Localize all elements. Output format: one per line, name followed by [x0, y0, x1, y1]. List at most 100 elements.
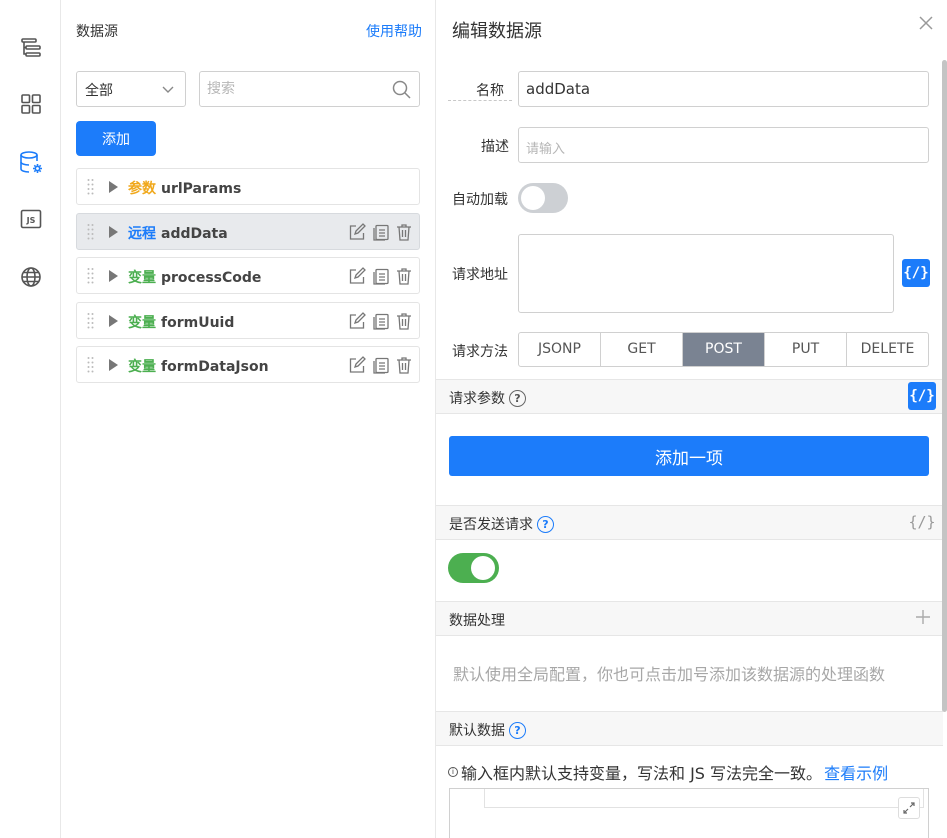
method-option-post[interactable]: POST [683, 333, 765, 366]
help-link[interactable]: 使用帮助 [366, 21, 422, 41]
datasource-item[interactable]: 远程 addData [76, 213, 420, 250]
params-variable-button[interactable]: {/} [908, 382, 936, 410]
desc-label: 描述 [481, 139, 509, 155]
view-example-link[interactable]: 查看示例 [824, 760, 888, 784]
process-section-title-wrap: 数据处理 [449, 610, 505, 630]
method-option-get[interactable]: GET [601, 333, 683, 366]
left-icon-rail: JS [0, 0, 61, 838]
name-input[interactable]: addData [518, 71, 929, 107]
datasource-item-text: 变量 formDataJson [128, 356, 269, 376]
datasource-item-type: 变量 [128, 270, 156, 286]
copy-icon[interactable] [371, 267, 390, 290]
method-segmented-control: JSONP GET POST PUT DELETE [518, 332, 929, 367]
params-section-title-wrap: 请求参数 ? [449, 388, 526, 408]
editor-header: 编辑数据源 [436, 0, 947, 62]
params-section-header: 请求参数 ? {/} [436, 379, 943, 414]
autoload-toggle[interactable] [518, 183, 568, 213]
add-datasource-button[interactable]: 添加 [76, 121, 156, 156]
close-icon[interactable] [917, 14, 935, 36]
expand-arrow-icon[interactable] [109, 226, 118, 238]
datasource-item-text: 变量 processCode [128, 267, 261, 287]
edit-icon[interactable] [347, 312, 366, 335]
method-option-delete[interactable]: DELETE [847, 333, 928, 366]
datasource-item-name: formUuid [161, 315, 235, 331]
datasource-item-type: 参数 [128, 181, 156, 197]
edit-icon[interactable] [347, 267, 366, 290]
desc-input[interactable]: 请输入 [518, 127, 929, 163]
components-icon[interactable] [18, 91, 44, 117]
method-label: 请求方法 [452, 344, 508, 360]
send-variable-button[interactable]: {/} [908, 508, 936, 536]
copy-icon[interactable] [371, 223, 390, 246]
send-request-toggle[interactable] [448, 553, 499, 583]
edit-icon[interactable] [347, 223, 366, 246]
send-section-title: 是否发送请求 [449, 517, 533, 533]
edit-icon[interactable] [347, 356, 366, 379]
datasource-item[interactable]: 参数 urlParams [76, 168, 420, 205]
question-icon[interactable]: ? [537, 515, 554, 533]
drag-handle-icon[interactable] [86, 178, 96, 196]
outline-icon[interactable] [18, 34, 44, 60]
send-section-title-wrap: 是否发送请求 ? [449, 514, 554, 534]
type-filter-select[interactable]: 全部 [76, 71, 186, 107]
delete-icon[interactable] [395, 267, 413, 290]
drag-handle-icon[interactable] [86, 267, 96, 285]
delete-icon[interactable] [395, 312, 413, 335]
expand-arrow-icon[interactable] [109, 359, 118, 371]
plus-icon[interactable] [915, 606, 931, 631]
datasource-item[interactable]: 变量 formUuid [76, 302, 420, 339]
js-icon[interactable]: JS [18, 206, 44, 232]
datasource-item-text: 远程 addData [128, 223, 228, 243]
datasource-item-type: 变量 [128, 315, 156, 331]
globe-icon[interactable] [18, 264, 44, 290]
default-section-title: 默认数据 [449, 723, 505, 739]
drag-handle-icon[interactable] [86, 356, 96, 374]
type-filter-value: 全部 [85, 83, 113, 99]
editor-scrollbar[interactable] [942, 60, 947, 712]
method-option-jsonp[interactable]: JSONP [519, 333, 601, 366]
datasource-item-name: processCode [161, 270, 262, 286]
datasource-icon[interactable] [18, 150, 44, 176]
add-item-button[interactable]: 添加一项 [449, 436, 929, 476]
default-note-text: 输入框内默认支持变量，写法和 JS 写法完全一致。 [461, 764, 823, 783]
url-textarea[interactable] [518, 234, 894, 313]
drag-handle-icon[interactable] [86, 312, 96, 330]
datasource-header: 数据源 使用帮助 [61, 0, 436, 62]
js-icon-label: JS [26, 216, 36, 225]
params-section-title: 请求参数 [449, 391, 505, 407]
default-section-header: 默认数据 ? [436, 711, 943, 746]
expand-arrow-icon[interactable] [109, 270, 118, 282]
datasource-item[interactable]: 变量 formDataJson [76, 346, 420, 383]
url-variable-button[interactable]: {/} [902, 259, 930, 287]
autoload-label: 自动加载 [452, 192, 508, 208]
search-box [199, 71, 420, 107]
code-editor-gutter-line [484, 789, 924, 808]
copy-icon[interactable] [371, 356, 390, 379]
search-icon[interactable] [392, 80, 411, 103]
datasource-item-text: 变量 formUuid [128, 312, 234, 332]
question-icon[interactable]: ? [509, 721, 526, 739]
search-input[interactable] [200, 72, 380, 106]
datasource-title: 数据源 [76, 24, 118, 40]
expand-icon[interactable] [898, 797, 920, 819]
default-data-code-editor[interactable] [449, 788, 929, 838]
default-note: i 输入框内默认支持变量，写法和 JS 写法完全一致。 查看示例 [448, 760, 888, 784]
datasource-panel: 数据源 使用帮助 全部 添加 参数 urlParams 远程 addData 变量 pro… [61, 0, 436, 838]
drag-handle-icon[interactable] [86, 223, 96, 241]
expand-arrow-icon[interactable] [109, 315, 118, 327]
datasource-item-type: 远程 [128, 226, 156, 242]
expand-arrow-icon[interactable] [109, 181, 118, 193]
datasource-item[interactable]: 变量 processCode [76, 257, 420, 294]
datasource-item-actions [347, 223, 413, 246]
datasource-item-actions [347, 356, 413, 379]
copy-icon[interactable] [371, 312, 390, 335]
datasource-item-actions [347, 312, 413, 335]
default-section-title-wrap: 默认数据 ? [449, 720, 526, 740]
delete-icon[interactable] [395, 223, 413, 246]
delete-icon[interactable] [395, 356, 413, 379]
method-option-put[interactable]: PUT [765, 333, 847, 366]
question-icon[interactable]: ? [509, 389, 526, 407]
send-section-header: 是否发送请求 ? {/} [436, 505, 943, 540]
info-icon: i [448, 767, 458, 777]
editor-title: 编辑数据源 [452, 21, 542, 42]
